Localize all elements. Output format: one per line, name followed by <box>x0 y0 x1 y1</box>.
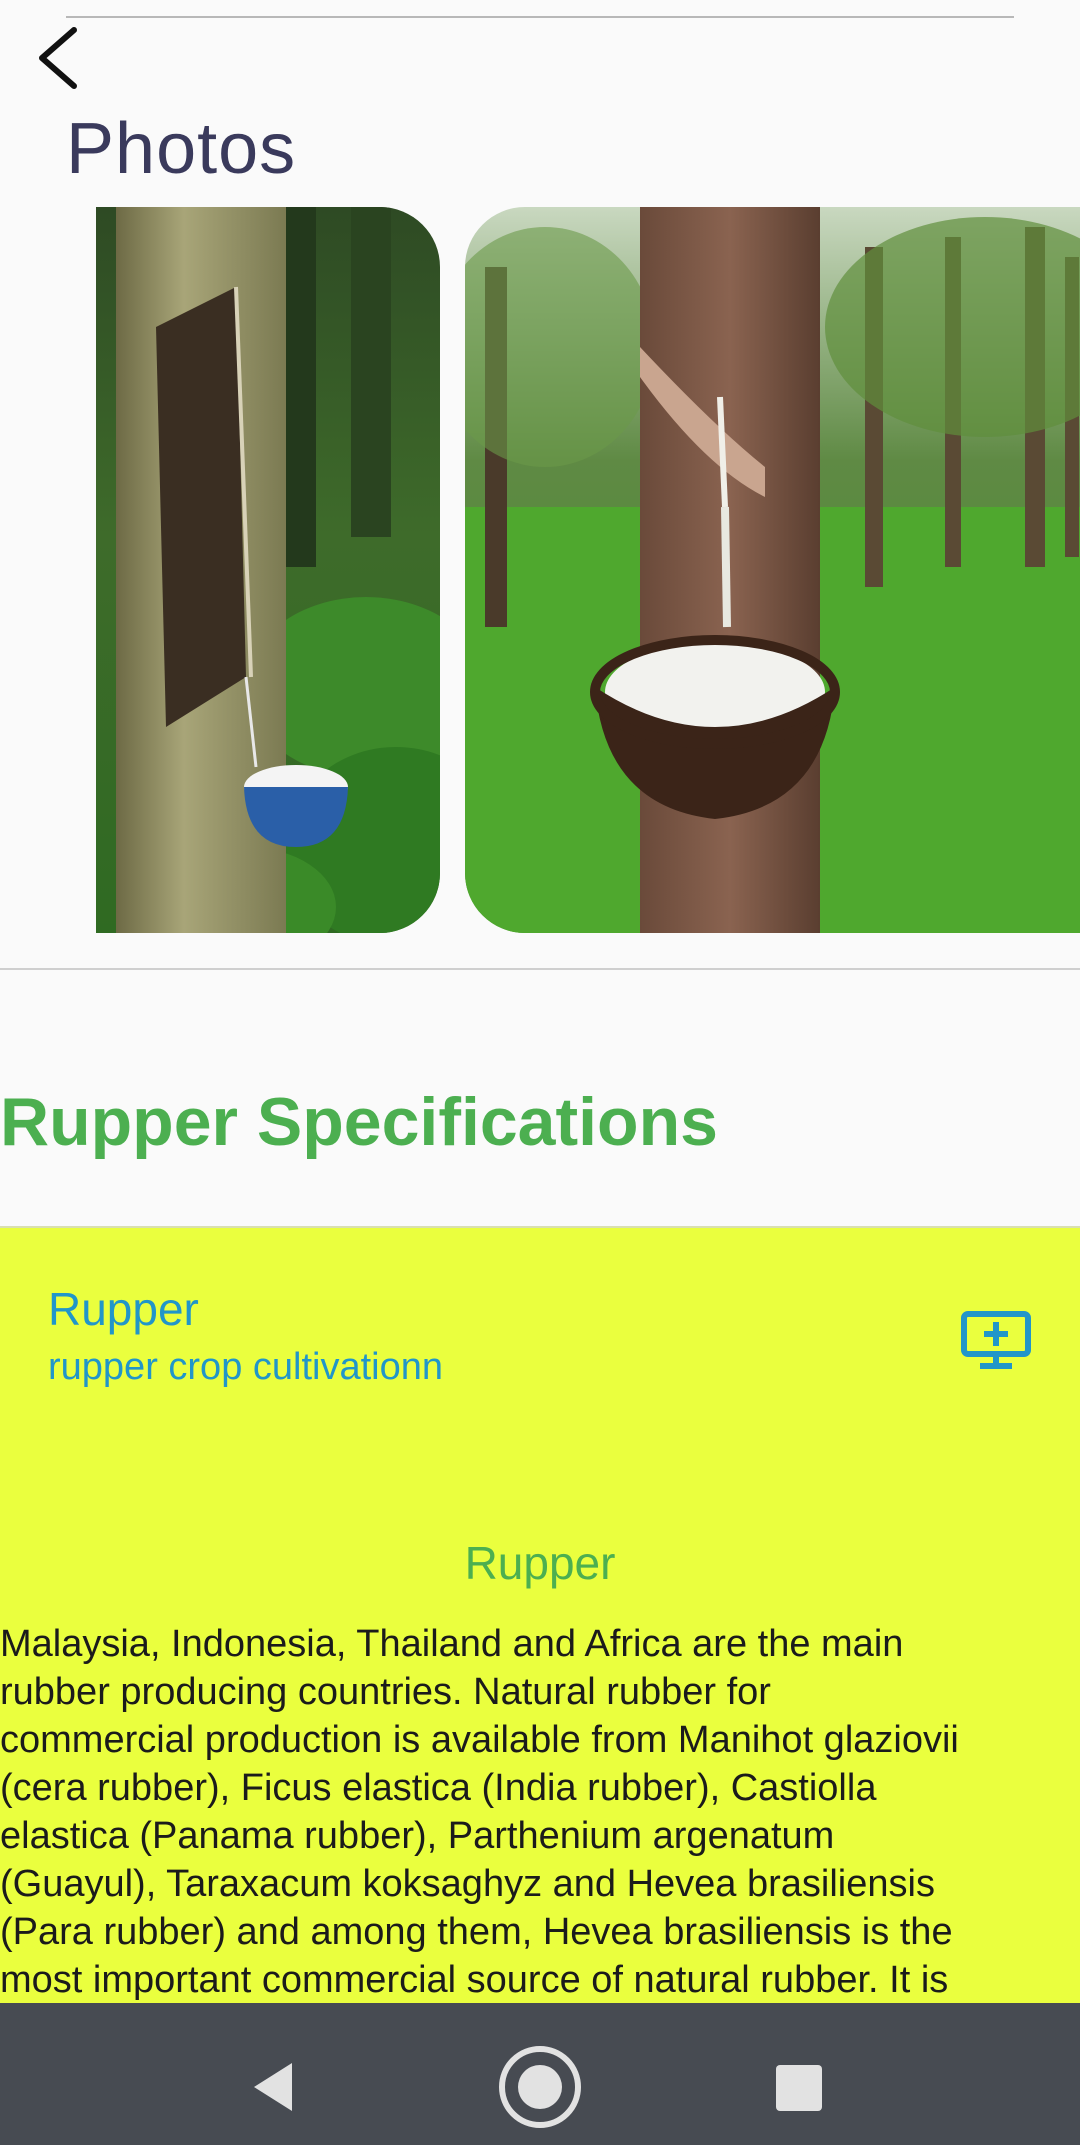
nav-recents-button[interactable] <box>752 2041 844 2133</box>
add-to-screen-button[interactable] <box>960 1310 1032 1370</box>
nav-back-button[interactable] <box>230 2041 322 2133</box>
photo-2-image <box>465 207 1080 933</box>
detail-line: elastica (Panama rubber), Parthenium arg… <box>0 1815 835 1857</box>
section-title: Rupper Specifications <box>0 1084 718 1160</box>
card-title: Rupper <box>48 1283 199 1335</box>
photo-1[interactable] <box>96 207 440 933</box>
nav-back-icon <box>254 2063 292 2111</box>
detail-line: (cera rubber), Ficus elastica (India rub… <box>0 1767 877 1809</box>
detail-line: (Para rubber) and among them, Hevea bras… <box>0 1911 953 1953</box>
photo-2[interactable] <box>465 207 1080 933</box>
detail-line: (Guayul), Taraxacum koksaghyz and Hevea … <box>0 1863 935 1905</box>
nav-recents-icon <box>776 2065 822 2111</box>
specification-panel: Rupper rupper crop cultivationn Rupper M… <box>0 1228 1080 2003</box>
detail-line: rubber producing countries. Natural rubb… <box>0 1671 771 1713</box>
section-divider <box>0 968 1080 970</box>
chevron-left-icon <box>39 27 77 89</box>
nav-home-button[interactable] <box>494 2041 586 2133</box>
page-title: Photos <box>66 109 297 189</box>
detail-line: most important commercial source of natu… <box>0 1959 949 2001</box>
detail-description: Malaysia, Indonesia, Thailand and Africa… <box>0 1620 1080 2004</box>
back-button[interactable] <box>28 22 92 94</box>
system-navigation-bar <box>0 2003 1080 2145</box>
detail-line: Malaysia, Indonesia, Thailand and Africa… <box>0 1623 904 1665</box>
card-subtitle: rupper crop cultivationn <box>48 1346 443 1388</box>
top-divider <box>66 16 1014 18</box>
photo-1-image <box>96 207 440 933</box>
detail-line: commercial production is available from … <box>0 1719 959 1761</box>
add-to-screen-icon <box>961 1311 1031 1369</box>
detail-title: Rupper <box>464 1537 616 1589</box>
nav-home-icon <box>499 2046 581 2128</box>
